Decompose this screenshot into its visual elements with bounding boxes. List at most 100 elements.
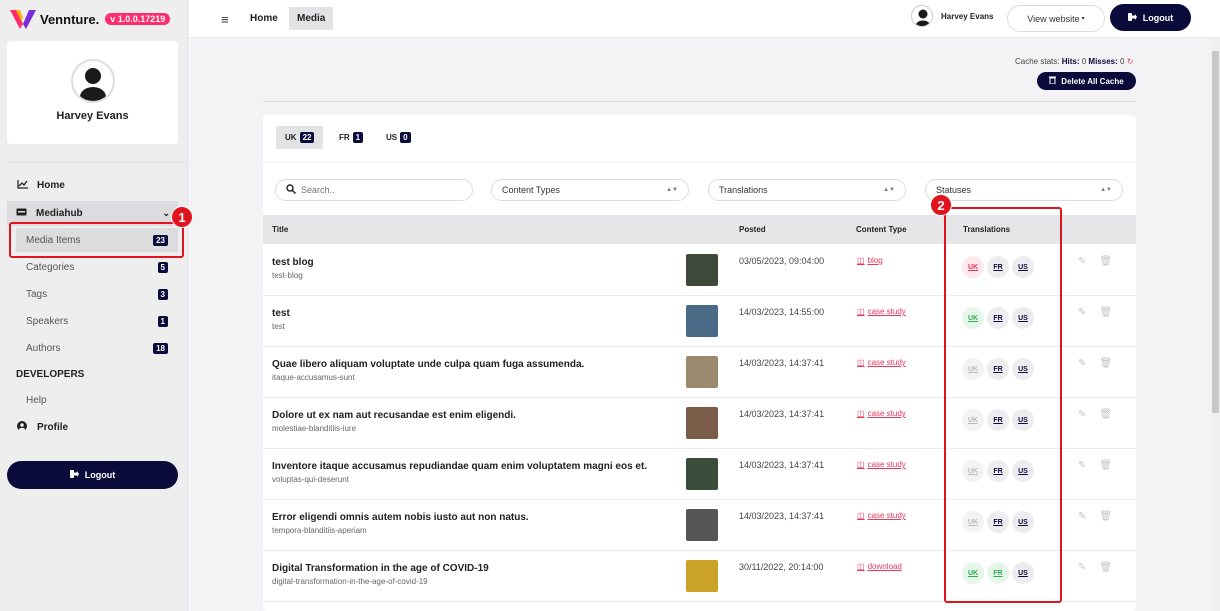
column-header-posted[interactable]: Posted — [739, 225, 766, 234]
row-content-type[interactable]: ◫ case study — [857, 307, 906, 316]
section-heading-developers: DEVELOPERS — [16, 369, 85, 380]
tab-us[interactable]: US 0 — [377, 126, 420, 149]
divider — [263, 101, 1136, 102]
row-title[interactable]: Quae libero aliquam voluptate unde culpa… — [272, 359, 584, 370]
chevron-down-icon: ⌄ — [162, 208, 170, 218]
search-input[interactable] — [301, 185, 451, 195]
trash-icon[interactable]: 🗑︎ — [1099, 409, 1112, 420]
sidebar-item-help[interactable]: Help — [16, 387, 178, 414]
row-slug: tempora-blanditiis-aperiam — [272, 526, 367, 535]
row-content-type[interactable]: ◫ case study — [857, 409, 906, 418]
tab-uk[interactable]: UK 22 — [276, 126, 324, 149]
translations-select[interactable]: Translations ▲▼ — [708, 179, 906, 201]
edit-pencil-icon[interactable]: ✎ — [1078, 307, 1086, 318]
row-posted-date: 14/03/2023, 14:37:41 — [739, 511, 825, 521]
scrollbar-thumb[interactable] — [1212, 51, 1219, 413]
row-content-type[interactable]: ◫ case study — [857, 358, 906, 367]
logout-icon — [1127, 12, 1137, 23]
case-study-icon: ◫ — [857, 358, 865, 367]
row-title[interactable]: test blog — [272, 257, 314, 268]
trash-icon[interactable]: 🗑︎ — [1099, 511, 1112, 522]
row-content-type[interactable]: ◫ blog — [857, 256, 883, 265]
row-title[interactable]: Digital Transformation in the age of COV… — [272, 563, 489, 574]
row-actions: ✎ 🗑︎ — [1078, 256, 1125, 267]
breadcrumb-home[interactable]: Home — [242, 7, 286, 30]
edit-pencil-icon[interactable]: ✎ — [1078, 460, 1086, 471]
sidebar-item-categories[interactable]: Categories 5 — [16, 254, 178, 281]
edit-pencil-icon[interactable]: ✎ — [1078, 358, 1086, 369]
row-actions: ✎ 🗑︎ — [1078, 460, 1125, 471]
thumbnail-image — [686, 254, 718, 286]
trash-icon[interactable]: 🗑︎ — [1099, 460, 1112, 471]
content-types-select[interactable]: Content Types ▲▼ — [491, 179, 689, 201]
edit-pencil-icon[interactable]: ✎ — [1078, 511, 1086, 522]
sidebar-item-speakers[interactable]: Speakers 1 — [16, 308, 178, 335]
edit-pencil-icon[interactable]: ✎ — [1078, 409, 1086, 420]
breadcrumb-media[interactable]: Media — [289, 7, 334, 30]
count-badge: 1 — [352, 132, 364, 143]
annotation-badge-1: 1 — [171, 206, 193, 228]
topbar: ≡ Home Media Harvey Evans View website ▾… — [189, 0, 1220, 38]
avatar — [70, 59, 115, 103]
logout-button[interactable]: Logout — [1110, 4, 1191, 31]
tab-fr[interactable]: FR 1 — [330, 126, 372, 149]
sidebar-item-label: Authors — [26, 343, 61, 354]
view-website-button[interactable]: View website ▾ — [1007, 5, 1105, 32]
sidebar-nav: Home Mediahub ⌄ Media Items 23 Categorie… — [0, 172, 188, 441]
thumbnail-image — [686, 305, 718, 337]
row-title[interactable]: Inventore itaque accusamus repudiandae q… — [272, 461, 647, 472]
content-type-label: case study — [867, 409, 906, 418]
trash-icon[interactable]: 🗑︎ — [1099, 562, 1112, 573]
count-badge: 1 — [157, 316, 168, 327]
select-value: Translations — [719, 185, 768, 195]
delete-all-cache-button[interactable]: Delete All Cache — [1037, 72, 1136, 90]
trash-icon[interactable]: 🗑︎ — [1099, 256, 1112, 267]
sidebar-item-tags[interactable]: Tags 3 — [16, 281, 178, 308]
row-actions: ✎ 🗑︎ — [1078, 409, 1125, 420]
column-header-content-type[interactable]: Content Type — [856, 225, 907, 234]
top-user-name: Harvey Evans — [941, 11, 994, 21]
cache-misses-label: Misses: — [1088, 57, 1118, 66]
column-header-title[interactable]: Title — [272, 225, 288, 234]
refresh-icon[interactable]: ↻ — [1127, 57, 1134, 66]
row-title[interactable]: Error eligendi omnis autem nobis iusto a… — [272, 512, 529, 523]
sidebar-group-label: Mediahub — [36, 208, 83, 219]
edit-pencil-icon[interactable]: ✎ — [1078, 562, 1086, 573]
row-content-type[interactable]: ◫ download — [857, 562, 902, 571]
logout-icon — [69, 470, 79, 480]
sidebar-item-profile[interactable]: Profile — [0, 414, 188, 441]
cache-hits-label: Hits: — [1061, 57, 1080, 66]
row-posted-date: 30/11/2022, 20:14:00 — [739, 562, 824, 572]
search-field[interactable] — [275, 179, 473, 201]
sidebar-logout-button[interactable]: Logout — [7, 461, 178, 489]
download-icon: ◫ — [857, 562, 865, 571]
row-actions: ✎ 🗑︎ — [1078, 511, 1125, 522]
caret-down-icon: ▲▼ — [883, 187, 895, 193]
row-content-type[interactable]: ◫ case study — [857, 460, 906, 469]
highlight-box-2 — [944, 207, 1062, 603]
content-type-label: blog — [867, 256, 883, 265]
sidebar-item-home[interactable]: Home — [0, 172, 188, 199]
row-title[interactable]: test — [272, 308, 290, 319]
sidebar-item-authors[interactable]: Authors 18 — [16, 335, 178, 362]
menu-icon[interactable]: ≡ — [221, 12, 229, 27]
tab-label: UK — [285, 133, 297, 142]
cache-hits-value: 0 — [1081, 57, 1087, 66]
edit-pencil-icon[interactable]: ✎ — [1078, 256, 1086, 267]
top-user[interactable]: Harvey Evans — [911, 5, 993, 27]
search-icon — [286, 184, 297, 196]
row-slug: itaque-accusamus-sunt — [272, 373, 355, 382]
brand-name: Vennture. — [40, 11, 100, 27]
statuses-select[interactable]: Statuses ▲▼ — [925, 179, 1123, 201]
case-study-icon: ◫ — [857, 511, 865, 520]
trash-icon[interactable]: 🗑︎ — [1099, 307, 1112, 318]
row-title[interactable]: Dolore ut ex nam aut recusandae est enim… — [272, 410, 516, 421]
caret-down-icon: ▲▼ — [1100, 187, 1112, 193]
trash-icon[interactable]: 🗑︎ — [1099, 358, 1112, 369]
row-slug: test-blog — [272, 271, 303, 280]
chart-icon — [16, 179, 28, 192]
hdd-icon — [16, 208, 27, 219]
brand[interactable]: Vennture. v 1.0.0.17219 — [0, 0, 187, 38]
row-content-type[interactable]: ◫ case study — [857, 511, 906, 520]
sidebar-item-label: Speakers — [26, 316, 69, 327]
